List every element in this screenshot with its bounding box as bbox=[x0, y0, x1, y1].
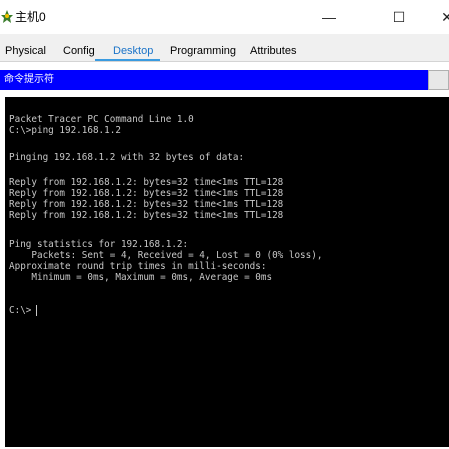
close-button[interactable]: ✕ bbox=[432, 0, 449, 34]
maximize-button[interactable]: ☐ bbox=[377, 0, 421, 34]
tab-desktop[interactable]: Desktop bbox=[113, 44, 153, 58]
window-title: 主机0 bbox=[15, 10, 46, 24]
terminal-line: Pinging 192.168.1.2 with 32 bytes of dat… bbox=[9, 152, 245, 163]
terminal-line: Reply from 192.168.1.2: bytes=32 time<1m… bbox=[9, 188, 284, 199]
terminal-line: Minimum = 0ms, Maximum = 0ms, Average = … bbox=[9, 272, 273, 283]
tab-programming[interactable]: Programming bbox=[170, 44, 236, 58]
terminal-line: Packet Tracer PC Command Line 1.0 bbox=[9, 114, 194, 125]
terminal-line: Packets: Sent = 4, Received = 4, Lost = … bbox=[9, 250, 323, 261]
command-prompt-titlebar: 命令提示符 bbox=[0, 70, 428, 90]
terminal-line: Approximate round trip times in milli-se… bbox=[9, 261, 267, 272]
maximize-icon: ☐ bbox=[392, 8, 406, 25]
terminal-line: Reply from 192.168.1.2: bytes=32 time<1m… bbox=[9, 199, 284, 210]
minimize-icon: — bbox=[322, 9, 336, 25]
terminal-line: Ping statistics for 192.168.1.2: bbox=[9, 239, 189, 250]
tab-attributes[interactable]: Attributes bbox=[250, 44, 296, 58]
minimize-button[interactable]: — bbox=[307, 0, 351, 34]
tab-physical[interactable]: Physical bbox=[5, 44, 46, 58]
active-tab-indicator bbox=[95, 59, 160, 61]
command-prompt-close-button[interactable] bbox=[428, 70, 449, 90]
close-icon: ✕ bbox=[441, 8, 449, 25]
terminal-line: Reply from 192.168.1.2: bytes=32 time<1m… bbox=[9, 177, 284, 188]
terminal-prompt: C:\> bbox=[9, 305, 32, 316]
terminal-output[interactable]: Packet Tracer PC Command Line 1.0 C:\>pi… bbox=[5, 97, 449, 447]
text-cursor bbox=[36, 305, 37, 316]
terminal-line: C:\>ping 192.168.1.2 bbox=[9, 125, 121, 136]
packet-tracer-pc-icon bbox=[1, 10, 13, 23]
command-prompt-title: 命令提示符 bbox=[4, 74, 54, 85]
tab-config[interactable]: Config bbox=[63, 44, 95, 58]
title-bar: 主机0 — ☐ ✕ bbox=[0, 0, 449, 34]
terminal-line: Reply from 192.168.1.2: bytes=32 time<1m… bbox=[9, 210, 284, 221]
